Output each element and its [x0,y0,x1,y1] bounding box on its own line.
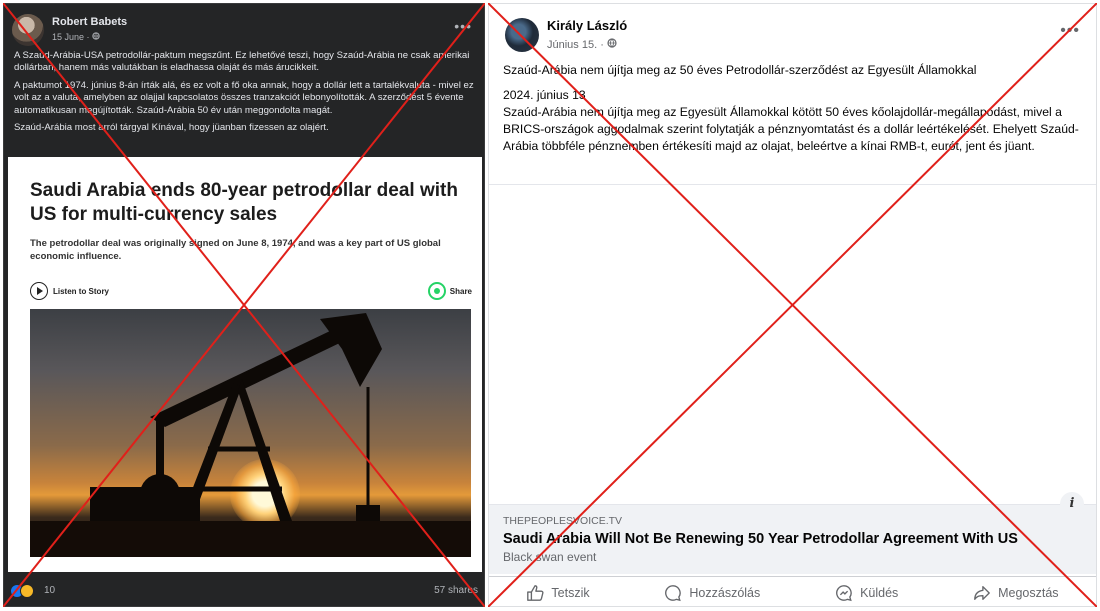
right-author-name[interactable]: Király László [547,18,627,33]
globe-icon [92,32,100,42]
link-description: Black swan event [503,550,597,564]
right-author-avatar[interactable] [505,18,539,52]
play-icon [30,282,48,300]
article-subtitle: The petrodollar deal was originally sign… [30,238,441,262]
more-options-icon[interactable]: ••• [1060,22,1080,40]
info-icon[interactable]: i [1060,492,1084,516]
comment-button[interactable]: Hozzászólás [664,584,760,602]
thumbs-up-icon [527,584,544,601]
share-arrow-icon [974,585,990,600]
post-paragraph: Szaúd-Arábia most arról tárgyal Kínával,… [14,122,329,134]
left-author-avatar[interactable] [12,14,44,46]
article-title: Saudi Arabia ends 80-year petrodollar de… [30,180,458,225]
like-button[interactable]: Tetszik [526,584,590,602]
left-facebook-post: Robert Babets 15 June · ••• A Szaúd-Aráb… [3,3,485,607]
post-lead: Szaúd-Arábia nem újítja meg az 50 éves P… [503,63,977,77]
right-post-date[interactable]: Június 15. [547,39,597,51]
left-post-footer: 10 57 shares [10,580,478,602]
haha-reaction-icon [20,584,34,598]
post-paragraph: A paktumot 1974. június 8-án írták alá, … [14,79,474,116]
left-author-name[interactable]: Robert Babets [52,16,127,28]
comment-icon [665,584,682,601]
share-count[interactable]: 57 shares [434,585,478,596]
pumpjack-silhouette [30,313,471,557]
post-paragraph: A Szaúd-Arábia-USA petrodollár-paktum me… [14,50,470,74]
listen-label: Listen to Story [53,286,110,296]
post-date-line: 2024. június 13 [503,88,586,102]
link-domain: THEPEOPLESVOICE.TV [503,515,623,527]
share-label: Megosztás [998,585,1059,600]
right-post-text: Szaúd-Arábia nem újítja meg az 50 éves P… [503,62,1088,155]
right-facebook-post: Király László Június 15. · ••• Szaúd-Ará… [488,3,1097,607]
post-body: Szaúd-Arábia nem újítja meg az Egyesült … [503,105,1079,153]
share-button[interactable]: Megosztás [973,584,1059,602]
divider [489,184,1096,185]
more-options-icon[interactable]: ••• [454,18,472,34]
left-post-text: A Szaúd-Arábia-USA petrodollár-paktum me… [14,50,476,139]
send-label: Küldés [860,585,899,600]
left-post-meta: 15 June · [52,32,100,42]
shared-article-screenshot[interactable]: Saudi Arabia ends 80-year petrodollar de… [8,157,482,572]
messenger-icon [836,584,852,601]
globe-icon [607,38,617,51]
right-post-meta: Június 15. · [547,38,617,51]
left-post-date[interactable]: 15 June [52,32,84,42]
listen-to-story-button[interactable]: Listen to Story [30,281,109,301]
like-label: Tetszik [551,585,590,600]
reaction-icons[interactable] [10,584,34,598]
comment-label: Hozzászólás [689,585,761,600]
meta-separator: · [600,39,607,51]
whatsapp-icon [427,282,446,300]
share-label: Share [449,286,472,296]
link-preview-card[interactable]: THEPEOPLESVOICE.TV Saudi Arabia Will Not… [489,504,1096,574]
oil-pump-photo [30,309,471,557]
post-action-bar: Tetszik Hozzászólás Küldés Megosztás [489,576,1096,606]
send-button[interactable]: Küldés [835,584,898,602]
left-post-header: Robert Babets 15 June · ••• [12,14,478,48]
link-title: Saudi Arabia Will Not Be Renewing 50 Yea… [503,531,1018,547]
reaction-count[interactable]: 10 [44,585,55,596]
whatsapp-share-button[interactable]: Share [427,281,472,301]
